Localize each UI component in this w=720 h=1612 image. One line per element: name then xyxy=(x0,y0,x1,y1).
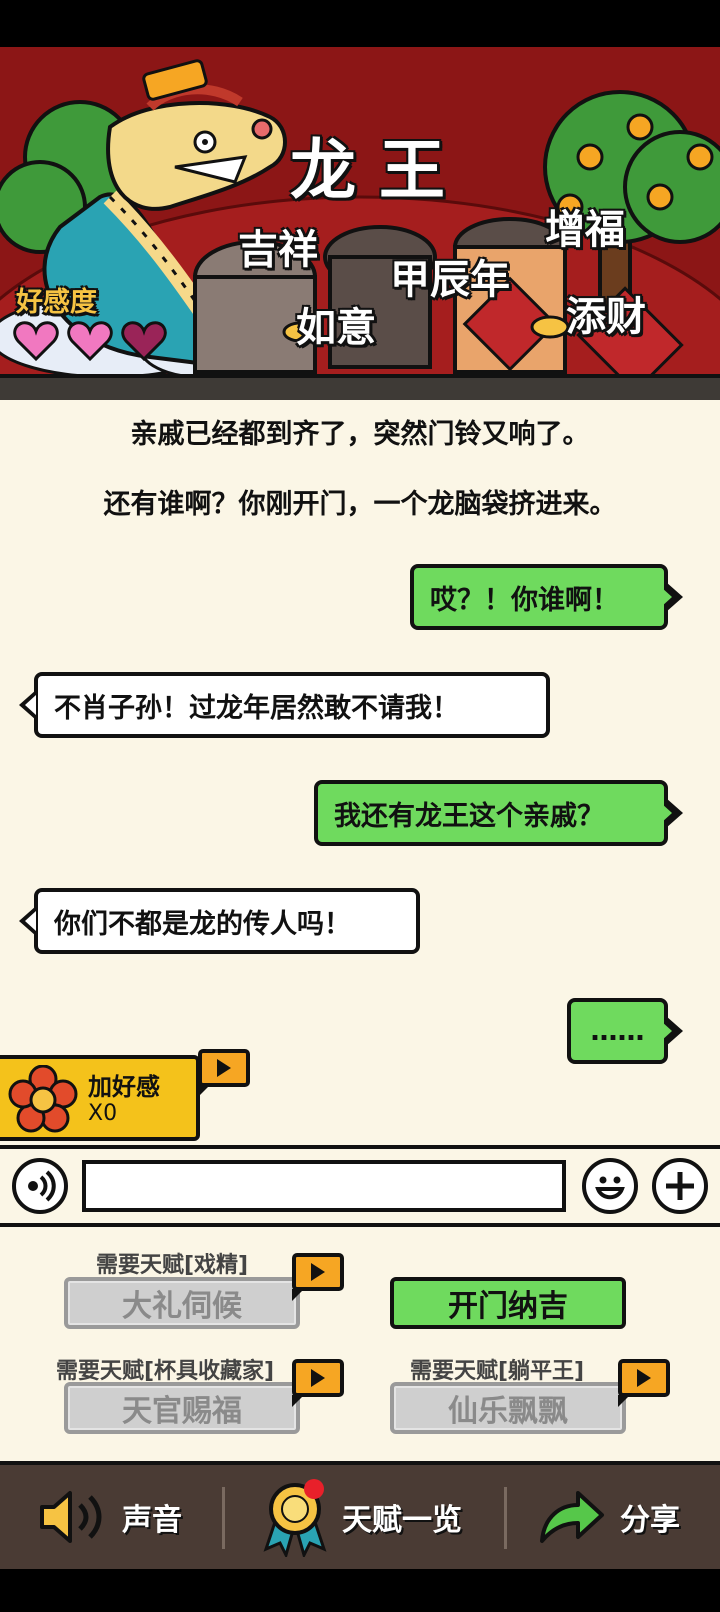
speaker-icon xyxy=(28,1170,56,1202)
heart-empty-icon xyxy=(121,321,167,362)
chat-bubble-text: …… xyxy=(590,1015,645,1047)
bubble-tail xyxy=(661,582,683,612)
bubble-tail xyxy=(19,906,36,936)
emoji-button[interactable] xyxy=(582,1158,638,1214)
smiley-icon xyxy=(595,1176,625,1200)
narration-line-1: 亲戚已经都到齐了，突然门铃又响了。 xyxy=(130,419,590,450)
banner-word-ruyi: 如意 xyxy=(296,305,376,351)
plus-icon xyxy=(666,1172,694,1200)
add-button[interactable] xyxy=(652,1158,708,1214)
voice-button[interactable] xyxy=(12,1158,68,1214)
heart-filled-icon xyxy=(13,321,59,362)
nav-sound-label: 声音 xyxy=(122,1503,182,1538)
banner-word-jiachennian: 甲辰年 xyxy=(390,257,510,303)
chat-bubble-player: 我还有龙王这个亲戚？ xyxy=(314,780,683,846)
nav-talents-label: 天赋一览 xyxy=(342,1503,462,1538)
option-requirement: 需要天赋[躺平王] xyxy=(410,1359,585,1384)
chat-bubble-text: 哎？！你谁啊！ xyxy=(430,584,619,616)
nav-divider xyxy=(504,1487,507,1549)
banner-word-tiancai: 添财 xyxy=(566,294,646,340)
option-requirement: 需要天赋[杯具收藏家] xyxy=(56,1359,275,1384)
npc-name-title: 龙 王 xyxy=(290,132,445,209)
option-tianguan-cifu-locked[interactable]: 天官赐福 xyxy=(64,1382,300,1434)
story-banner: 龙 王 吉祥 如意 甲辰年 增福 添财 好感度 xyxy=(0,47,720,374)
banner-word-zengfu: 增福 xyxy=(545,207,625,253)
chat-bubble-player: 哎？！你谁啊！ xyxy=(410,564,683,630)
play-video-icon[interactable] xyxy=(292,1253,344,1301)
favor-meter-label: 好感度 xyxy=(16,287,97,318)
option-dali-sihou-locked[interactable]: 大礼伺候 xyxy=(64,1277,300,1329)
nav-share-label: 分享 xyxy=(620,1503,680,1538)
play-video-icon[interactable] xyxy=(198,1049,250,1097)
chat-text-input[interactable] xyxy=(82,1160,566,1212)
chat-bubble-text: 不肖子孙！过龙年居然敢不请我！ xyxy=(54,692,459,724)
bottom-nav: 声音 天赋一览 分享 xyxy=(0,1461,720,1569)
nav-share-button[interactable]: 分享 xyxy=(536,1465,680,1569)
flower-icon xyxy=(8,1065,78,1133)
nav-sound-button[interactable]: 声音 xyxy=(36,1465,182,1569)
add-favor-count: X0 xyxy=(88,1101,118,1126)
option-kaimen-naji[interactable]: 开门纳吉 xyxy=(390,1277,626,1329)
bubble-tail xyxy=(19,690,36,720)
nav-talents-button[interactable]: 天赋一览 xyxy=(262,1465,462,1569)
speaker-icon xyxy=(40,1491,102,1543)
chat-bubble-text: 你们不都是龙的传人吗！ xyxy=(54,908,351,940)
notification-dot xyxy=(304,1479,324,1499)
chat-bubble-npc: 你们不都是龙的传人吗！ xyxy=(19,888,420,954)
choice-panel: 需要天赋[戏精] 大礼伺候 开门纳吉 需要天赋[杯具收藏家] 天官赐福 需要天赋… xyxy=(0,1227,720,1461)
option-requirement: 需要天赋[戏精] xyxy=(96,1253,249,1278)
add-favor-label: 加好感 xyxy=(88,1073,160,1101)
option-xianle-piaopiao-locked[interactable]: 仙乐飘飘 xyxy=(390,1382,626,1434)
bubble-tail xyxy=(661,798,683,828)
nav-divider xyxy=(222,1487,225,1549)
favor-hearts xyxy=(12,319,168,363)
play-video-icon[interactable] xyxy=(618,1359,670,1407)
share-arrow-icon xyxy=(540,1491,604,1543)
chat-input-bar xyxy=(0,1145,720,1227)
chat-bubble-npc: 不肖子孙！过龙年居然敢不请我！ xyxy=(19,672,550,738)
heart-filled-icon xyxy=(67,321,113,362)
play-video-icon[interactable] xyxy=(292,1359,344,1407)
chat-bubble-player-typing[interactable]: …… xyxy=(567,998,683,1064)
chat-bubble-text: 我还有龙王这个亲戚？ xyxy=(334,800,604,832)
banner-word-jixiang: 吉祥 xyxy=(238,227,318,273)
bubble-tail xyxy=(661,1016,683,1046)
chat-area: 亲戚已经都到齐了，突然门铃又响了。 还有谁啊？你刚开门，一个龙脑袋挤进来。 哎？… xyxy=(0,400,720,1145)
medal-icon xyxy=(263,1479,327,1557)
narration-line-2: 还有谁啊？你刚开门，一个龙脑袋挤进来。 xyxy=(103,489,617,520)
add-favor-tag[interactable]: 加好感 X0 xyxy=(0,1055,200,1141)
